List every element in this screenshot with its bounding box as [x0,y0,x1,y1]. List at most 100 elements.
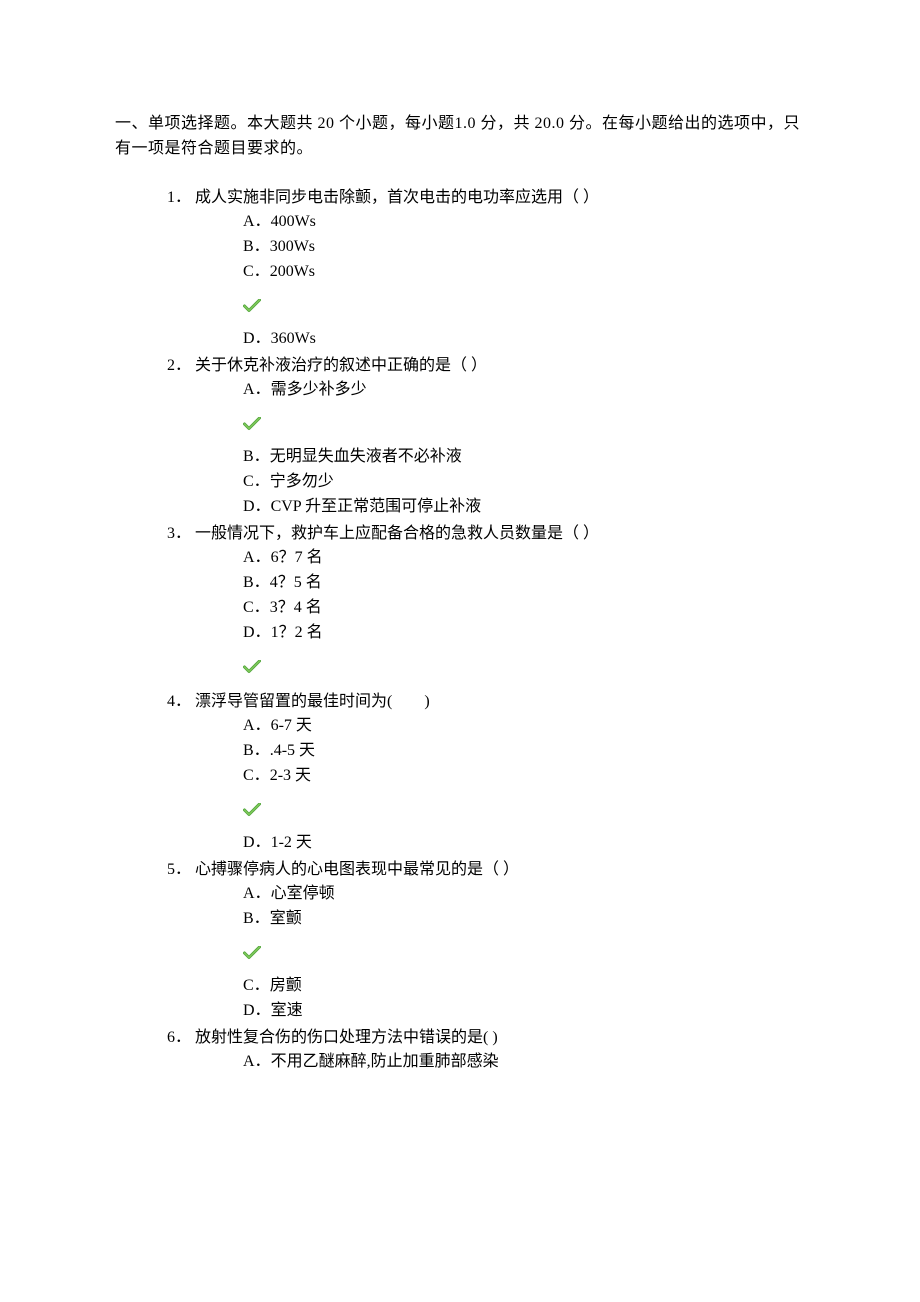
option-text: 室速 [271,999,303,1024]
option-letter: D． [243,831,271,856]
correct-mark-row [163,285,810,327]
checkmark-icon [243,417,261,431]
question: 3．一般情况下，救护车上应配备合格的急救人员数量是（ ）A．6？7 名B．4？5… [163,522,810,688]
option-letter: C． [243,470,270,495]
option: B．.4-5 天 [243,739,810,764]
option-letter: B． [243,571,270,596]
option-letter: C． [243,260,270,285]
question: 2．关于休克补液治疗的叙述中正确的是（ ）A．需多少补多少 B．无明显失血失液者不… [163,354,810,520]
option-letter: D． [243,327,271,352]
option-letter: A． [243,714,271,739]
question-stem-line: 1．成人实施非同步电击除颤，首次电击的电功率应选用（ ） [163,186,810,211]
question: 6．放射性复合伤的伤口处理方法中错误的是( )A．不用乙醚麻醉,防止加重肺部感染 [163,1026,810,1076]
checkmark-icon [243,946,261,960]
question-stem-line: 3．一般情况下，救护车上应配备合格的急救人员数量是（ ） [163,522,810,547]
document-page: 一、单项选择题。本大题共 20 个小题，每小题1.0 分，共 20.0 分。在每… [0,0,920,1302]
option: A．6？7 名 [243,546,810,571]
option: C．房颤 [243,974,810,999]
question-stem-line: 5．心搏骤停病人的心电图表现中最常见的是（ ） [163,858,810,883]
option-letter: A． [243,882,271,907]
option-text: 无明显失血失液者不必补液 [270,445,462,470]
option: B．无明显失血失液者不必补液 [243,445,810,470]
option-letter: C． [243,764,270,789]
option: A．不用乙醚麻醉,防止加重肺部感染 [243,1050,810,1075]
option: C．200Ws [243,260,810,285]
option: B．300Ws [243,235,810,260]
option-letter: C． [243,974,270,999]
option-text: 1-2 天 [271,831,312,856]
question-number: 6． [163,1026,191,1051]
question-number: 4． [163,690,191,715]
question-list: 1．成人实施非同步电击除颤，首次电击的电功率应选用（ ）A．400WsB．300… [115,186,810,1076]
question: 5．心搏骤停病人的心电图表现中最常见的是（ ）A．心室停顿B．室颤C．房颤D．室… [163,858,810,1024]
option: D．360Ws [243,327,810,352]
option-text: 3？4 名 [270,596,322,621]
option-text: 需多少补多少 [271,378,367,403]
option-text: 300Ws [270,235,315,260]
option-text: CVP 升至正常范围可停止补液 [271,495,482,520]
option: D．室速 [243,999,810,1024]
option-group: D．1-2 天 [163,831,810,856]
option: D．CVP 升至正常范围可停止补液 [243,495,810,520]
option: D．1？2 名 [243,621,810,646]
checkmark-icon [243,299,261,313]
option-text: 360Ws [271,327,316,352]
question-stem: 心搏骤停病人的心电图表现中最常见的是（ ） [195,858,810,883]
question: 4．漂浮导管留置的最佳时间为( )A．6-7 天B．.4-5 天C．2-3 天D… [163,690,810,856]
option-letter: D． [243,621,271,646]
question-stem: 成人实施非同步电击除颤，首次电击的电功率应选用（ ） [195,186,810,211]
option-text: 4？5 名 [270,571,322,596]
option-letter: D． [243,495,271,520]
option-text: 房颤 [270,974,302,999]
option: C．2-3 天 [243,764,810,789]
option-group: A．不用乙醚麻醉,防止加重肺部感染 [163,1050,810,1075]
option: A．心室停顿 [243,882,810,907]
option-text: 2-3 天 [270,764,311,789]
question-number: 1． [163,186,191,211]
option-letter: B． [243,445,270,470]
option-text: 1？2 名 [271,621,323,646]
option-group: D．360Ws [163,327,810,352]
question-stem: 一般情况下，救护车上应配备合格的急救人员数量是（ ） [195,522,810,547]
option: B．室颤 [243,907,810,932]
checkmark-icon [243,803,261,817]
option-letter: B． [243,907,270,932]
question-number: 5． [163,858,191,883]
option-group: A．6-7 天B．.4-5 天C．2-3 天 [163,714,810,788]
option: A．6-7 天 [243,714,810,739]
option-text: 室颤 [270,907,302,932]
option: A．400Ws [243,210,810,235]
correct-mark-row [163,932,810,974]
correct-mark-row [163,789,810,831]
option-text: 不用乙醚麻醉,防止加重肺部感染 [271,1050,499,1075]
option-text: 宁多勿少 [270,470,334,495]
option: A．需多少补多少 [243,378,810,403]
option-group: A．需多少补多少 [163,378,810,403]
option-letter: A． [243,378,271,403]
question-number: 3． [163,522,191,547]
option-letter: D． [243,999,271,1024]
question-stem-line: 6．放射性复合伤的伤口处理方法中错误的是( ) [163,1026,810,1051]
question-stem: 放射性复合伤的伤口处理方法中错误的是( ) [195,1026,810,1051]
option-group: A．心室停顿B．室颤 [163,882,810,932]
question-stem-line: 2．关于休克补液治疗的叙述中正确的是（ ） [163,354,810,379]
option-group: B．无明显失血失液者不必补液C．宁多勿少D．CVP 升至正常范围可停止补液 [163,445,810,519]
option: C．3？4 名 [243,596,810,621]
option-text: 6-7 天 [271,714,312,739]
option-letter: B． [243,235,270,260]
option-text: .4-5 天 [270,739,315,764]
option-text: 6？7 名 [271,546,323,571]
option-letter: A． [243,210,271,235]
section-header: 一、单项选择题。本大题共 20 个小题，每小题1.0 分，共 20.0 分。在每… [115,112,810,162]
option: C．宁多勿少 [243,470,810,495]
option-letter: B． [243,739,270,764]
option: B．4？5 名 [243,571,810,596]
option-letter: C． [243,596,270,621]
checkmark-icon [243,660,261,674]
option-text: 心室停顿 [271,882,335,907]
correct-mark-row [163,646,810,688]
question-number: 2． [163,354,191,379]
option-group: A．6？7 名B．4？5 名C．3？4 名D．1？2 名 [163,546,810,645]
question: 1．成人实施非同步电击除颤，首次电击的电功率应选用（ ）A．400WsB．300… [163,186,810,352]
question-stem: 关于休克补液治疗的叙述中正确的是（ ） [195,354,810,379]
